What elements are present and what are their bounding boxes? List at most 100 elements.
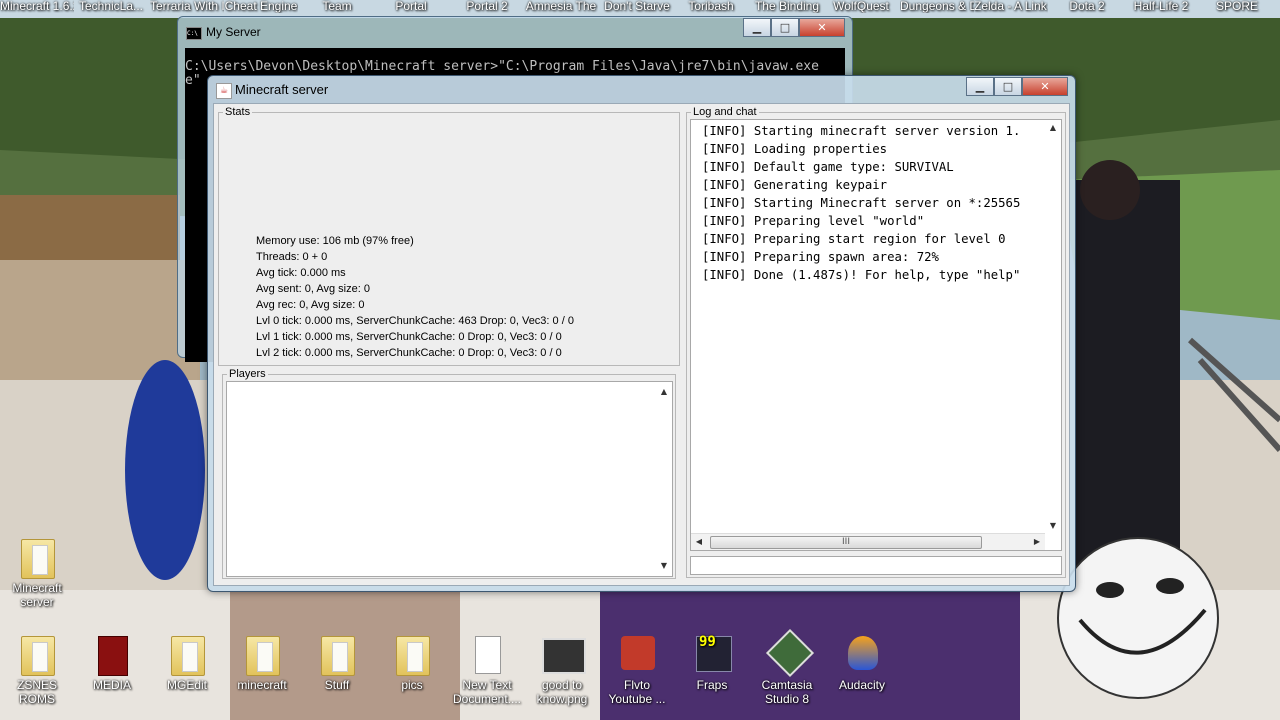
desktop-icon-label[interactable]: Terraria With In... xyxy=(150,0,224,13)
desktop-icon-label[interactable]: Zelda - A Link To T... xyxy=(974,0,1048,13)
icon-label: Audacity xyxy=(838,678,886,692)
players-panel: Players ▲ ▼ xyxy=(222,368,676,579)
desktop-icon-pics[interactable]: pics xyxy=(375,632,449,692)
icon-label: know.png xyxy=(536,692,588,706)
log-line: [INFO] Preparing level "world" xyxy=(702,214,925,228)
close-button[interactable]: ✕ xyxy=(799,18,845,37)
icon-label: Camtasia xyxy=(761,678,813,692)
log-output[interactable]: [INFO] Starting minecraft server version… xyxy=(690,119,1062,551)
players-list[interactable]: ▲ ▼ xyxy=(226,381,673,577)
players-vertical-scrollbar[interactable]: ▲ ▼ xyxy=(656,382,672,576)
desktop-icon-minecraft-server[interactable]: Minecraft server xyxy=(0,535,74,609)
desktop-icon-label[interactable]: Dungeons & Dragons O... xyxy=(900,0,974,13)
minimize-button[interactable]: ▁ xyxy=(743,18,771,37)
desktop-icon-flvto[interactable]: Flvto Youtube ... xyxy=(600,632,674,706)
players-legend: Players xyxy=(227,368,268,380)
scroll-down-arrow-icon[interactable]: ▼ xyxy=(1045,519,1061,533)
desktop-icon-audacity[interactable]: Audacity xyxy=(825,632,899,692)
log-line: [INFO] Generating keypair xyxy=(702,178,888,192)
desktop-icon-zsnes-roms[interactable]: ZSNES ROMS xyxy=(0,632,74,706)
desktop-icon-good-to[interactable]: good to know.png xyxy=(525,632,599,706)
folder-icon xyxy=(317,632,357,676)
fraps-icon: 99 xyxy=(692,632,732,676)
icon-label: Flvto xyxy=(623,678,650,692)
maximize-icon: □ xyxy=(779,21,791,34)
maximize-button[interactable]: □ xyxy=(994,77,1022,96)
icon-label: Document.... xyxy=(452,692,522,706)
log-line: [INFO] Loading properties xyxy=(702,142,888,156)
desktop-icon-label[interactable]: Amnesia The xyxy=(524,0,598,13)
icon-label: Youtube ... xyxy=(608,692,666,706)
desktop-icon-label[interactable]: Don't Starve xyxy=(600,0,674,13)
window-title: My Server xyxy=(206,25,261,39)
maximize-icon: □ xyxy=(1002,80,1014,93)
caption-buttons: ▁ □ ✕ xyxy=(743,18,845,37)
window-client-area: Stats Memory use: 106 mb (97% free) Thre… xyxy=(213,103,1070,586)
desktop-icon-stuff[interactable]: Stuff xyxy=(300,632,374,692)
desktop-icon-media[interactable]: MEDIA xyxy=(75,632,149,692)
log-line: [INFO] Starting minecraft server version… xyxy=(702,124,1021,138)
desktop-icon-new-text[interactable]: New Text Document.... xyxy=(450,632,524,706)
stats-legend: Stats xyxy=(223,106,253,118)
desktop-icon-label[interactable]: WolfQuest xyxy=(824,0,898,13)
desktop-icon-label[interactable]: Cheat Engine xyxy=(224,0,298,13)
stat-avg-tick: Avg tick: 0.000 ms xyxy=(256,267,346,279)
log-line: [INFO] Done (1.487s)! For help, type "he… xyxy=(702,268,1021,282)
scroll-up-arrow-icon[interactable]: ▲ xyxy=(1045,121,1061,135)
desktop-icon-label[interactable]: Dota 2 xyxy=(1050,0,1124,13)
log-line: [INFO] Preparing start region for level … xyxy=(702,232,1006,246)
scroll-right-arrow-icon[interactable]: ▶ xyxy=(1029,535,1045,549)
stat-level-1: Lvl 1 tick: 0.000 ms, ServerChunkCache: … xyxy=(256,331,562,343)
log-vertical-scrollbar[interactable]: ▲ ▼ xyxy=(1045,120,1061,534)
folder-icon xyxy=(17,632,57,676)
desktop-icon-label[interactable]: Team xyxy=(300,0,374,13)
desktop-icon-fraps[interactable]: 99 Fraps xyxy=(675,632,749,692)
desktop-icon-camtasia[interactable]: Camtasia Studio 8 xyxy=(750,628,824,706)
scroll-left-arrow-icon[interactable]: ◀ xyxy=(691,535,707,549)
desktop-icon-label[interactable]: Portal xyxy=(374,0,448,13)
icon-label: server xyxy=(20,595,54,609)
folder-icon xyxy=(242,632,282,676)
desktop-icon-label[interactable]: SPORE xyxy=(1200,0,1274,13)
icon-label: Studio 8 xyxy=(764,692,810,706)
stats-panel: Stats Memory use: 106 mb (97% free) Thre… xyxy=(218,106,680,366)
text-file-icon xyxy=(467,632,507,676)
desktop-icon-minecraft[interactable]: minecraft xyxy=(225,632,299,692)
scrollbar-thumb[interactable]: III xyxy=(710,536,982,549)
camtasia-icon xyxy=(765,628,815,678)
image-file-icon xyxy=(542,632,586,676)
flvto-app-icon xyxy=(617,632,657,676)
desktop-icon-label[interactable]: Minecraft 1.6.2.exe xyxy=(0,0,74,13)
log-and-chat-panel: Log and chat [INFO] Starting minecraft s… xyxy=(686,106,1066,578)
log-legend: Log and chat xyxy=(691,106,759,118)
chat-input[interactable] xyxy=(690,556,1062,575)
minimize-button[interactable]: ▁ xyxy=(966,77,994,96)
folder-icon xyxy=(167,632,207,676)
desktop-icon-label[interactable]: Half-Life 2 xyxy=(1124,0,1198,13)
stat-avg-sent: Avg sent: 0, Avg size: 0 xyxy=(256,283,370,295)
icon-label: Stuff xyxy=(324,678,350,692)
film-folder-icon xyxy=(92,632,132,676)
icon-label: pics xyxy=(401,678,423,692)
maximize-button[interactable]: □ xyxy=(771,18,799,37)
close-button[interactable]: ✕ xyxy=(1022,77,1068,96)
log-horizontal-scrollbar[interactable]: ◀ III ▶ xyxy=(691,533,1045,550)
scroll-up-arrow-icon[interactable]: ▲ xyxy=(656,385,672,399)
close-icon: ✕ xyxy=(1040,80,1050,93)
desktop-icon-label[interactable]: TechnicLa... xyxy=(74,0,148,13)
minecraft-server-window[interactable]: ☕ Minecraft server ▁ □ ✕ Stats Memory us… xyxy=(207,75,1076,592)
stat-memory-use: Memory use: 106 mb (97% free) xyxy=(256,235,414,247)
caption-buttons: ▁ □ ✕ xyxy=(966,77,1068,96)
stat-level-2: Lvl 2 tick: 0.000 ms, ServerChunkCache: … xyxy=(256,347,562,359)
icon-label: good to xyxy=(541,678,583,692)
folder-icon xyxy=(17,535,57,579)
desktop-icon-mgedit[interactable]: MGEdit xyxy=(150,632,224,692)
desktop-icon-label[interactable]: Portal 2 xyxy=(450,0,524,13)
icon-label: MEDIA xyxy=(92,678,131,692)
icon-label: MGEdit xyxy=(166,678,207,692)
minimize-icon: ▁ xyxy=(975,80,985,93)
desktop-icon-label[interactable]: The Binding xyxy=(750,0,824,13)
log-line: [INFO] Default game type: SURVIVAL xyxy=(702,160,954,174)
scroll-down-arrow-icon[interactable]: ▼ xyxy=(656,559,672,573)
desktop-icon-label[interactable]: Toribash xyxy=(674,0,748,13)
